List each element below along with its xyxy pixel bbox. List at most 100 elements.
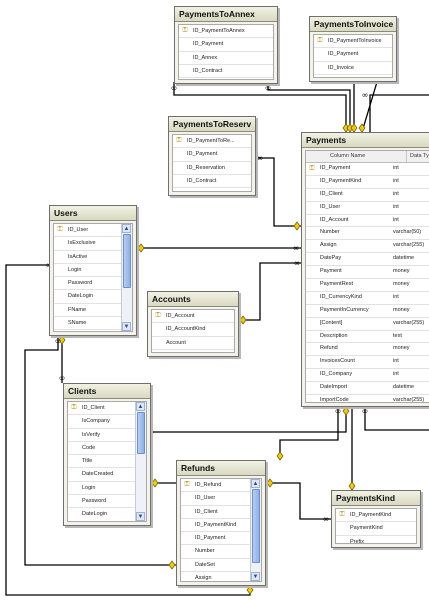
- column-row[interactable]: Quantity: [314, 75, 392, 77]
- column-row[interactable]: Password: [68, 495, 136, 509]
- column-row[interactable]: Code: [68, 442, 136, 456]
- column-row[interactable]: ID_Client int: [306, 189, 429, 202]
- column-row[interactable]: Description text: [306, 331, 429, 344]
- column-row[interactable]: Login: [54, 264, 122, 278]
- column-row[interactable]: Quantity: [173, 188, 251, 191]
- column-row[interactable]: ID_User: [181, 492, 251, 506]
- column-row[interactable]: Assign: [181, 572, 251, 581]
- column-row[interactable]: Account: [152, 337, 234, 350]
- relationship-line[interactable]: [151, 407, 347, 433]
- table-payments-to-invoice[interactable]: PaymentsToInvoice ⚿ ID_PaymentToInvoice ID…: [309, 16, 397, 82]
- relationship-line[interactable]: [364, 407, 429, 431]
- column-row[interactable]: DateSet: [181, 559, 251, 573]
- column-row[interactable]: ⚿ ID_Client: [68, 402, 136, 416]
- scroll-thumb[interactable]: [123, 234, 131, 288]
- column-row[interactable]: PaymentRest money: [306, 279, 429, 292]
- column-row[interactable]: ID_Reservation: [173, 162, 251, 175]
- column-row[interactable]: ⚿ ID_PaymentToInvoice: [314, 35, 392, 49]
- column-list: ⚿ ID_PaymentToInvoice ID_Payment ID_Invoice…: [313, 34, 393, 78]
- column-row[interactable]: DateCreated: [68, 468, 136, 482]
- table-payments-kind[interactable]: PaymentsKind ⚿ ID_PaymentKind PaymentKind P…: [331, 490, 421, 548]
- table-payments[interactable]: Payments Column Name Data Type ⚿ ID_Payme…: [301, 132, 429, 407]
- column-row[interactable]: ID_Annex: [179, 52, 273, 65]
- relationship-line[interactable]: [369, 94, 429, 132]
- column-row[interactable]: Payment money: [306, 266, 429, 280]
- column-row[interactable]: ID_Client: [181, 506, 251, 519]
- column-row[interactable]: Assign varchar(255): [306, 240, 429, 254]
- column-row[interactable]: Title: [68, 455, 136, 469]
- column-row[interactable]: ⚿ ID_PaymentToRe...: [173, 135, 251, 149]
- vertical-scrollbar[interactable]: ▲ ▼: [121, 224, 132, 331]
- scroll-thumb[interactable]: [252, 489, 260, 563]
- column-row[interactable]: ID_Invoice: [314, 62, 392, 75]
- column-row[interactable]: Login: [68, 482, 136, 496]
- column-name: IsExclusive: [68, 240, 96, 247]
- table-clients[interactable]: Clients ⚿ ID_Client IsCompany IsVerify Code T…: [63, 383, 151, 526]
- vertical-scrollbar[interactable]: ▲ ▼: [250, 479, 261, 581]
- column-row[interactable]: IsCompany: [68, 415, 136, 429]
- column-row[interactable]: ID_Payment: [314, 48, 392, 62]
- table-accounts[interactable]: Accounts ⚿ ID_Account ID_AccountKind Accoun…: [147, 291, 239, 357]
- column-row[interactable]: Refund money: [306, 343, 429, 357]
- column-row[interactable]: DateLogin: [54, 290, 122, 304]
- column-row[interactable]: ID_Company int: [306, 369, 429, 383]
- column-row[interactable]: ⚿ ID_Refund: [181, 479, 251, 493]
- table-payments-to-annex[interactable]: PaymentsToAnnex ⚿ ID_PaymentToAnnex ID_Pay…: [174, 6, 278, 84]
- vertical-scrollbar[interactable]: ▲ ▼: [135, 402, 146, 521]
- scroll-up-arrow-icon[interactable]: ▲: [251, 479, 260, 488]
- column-row[interactable]: ⚿ ID_User: [54, 224, 122, 238]
- column-row[interactable]: ID_CurrencyKind int: [306, 292, 429, 305]
- column-row[interactable]: ID_Payment: [173, 148, 251, 162]
- column-row[interactable]: ID_PaymentKind: [181, 519, 251, 533]
- column-row[interactable]: Number: [181, 545, 251, 559]
- column-row[interactable]: ID_Account int: [306, 215, 429, 228]
- column-row[interactable]: IsVerify: [68, 429, 136, 442]
- column-row[interactable]: PaymentKind: [336, 522, 416, 536]
- table-users[interactable]: Users ⚿ ID_User IsExclusive IsActive Login Pa…: [49, 205, 137, 336]
- column-row[interactable]: PaymentInCurrency money: [306, 305, 429, 318]
- column-row[interactable]: ID_Contract: [179, 65, 273, 79]
- table-refunds[interactable]: Refunds ⚿ ID_Refund ID_User ID_Client ID_Pay…: [176, 460, 266, 586]
- column-row[interactable]: IsExclusive: [54, 237, 122, 251]
- relationship-line[interactable]: [256, 157, 301, 227]
- column-row[interactable]: Quantity: [179, 78, 273, 79]
- relationship-line[interactable]: [239, 262, 301, 321]
- column-row[interactable]: ⚿ ID_PaymentKind: [336, 509, 416, 523]
- column-row[interactable]: Number varchar(50): [306, 227, 429, 241]
- column-row[interactable]: Password: [54, 277, 122, 291]
- column-row[interactable]: ID_AccountKind: [152, 323, 234, 337]
- column-row[interactable]: LName: [54, 330, 122, 331]
- column-row[interactable]: SName: [54, 317, 122, 331]
- column-row[interactable]: ID_User int: [306, 202, 429, 215]
- column-type: int: [393, 165, 399, 171]
- column-row[interactable]: DateImport datetime: [306, 382, 429, 396]
- column-row[interactable]: Bank: [152, 350, 234, 352]
- column-row[interactable]: DateLogin: [68, 508, 136, 521]
- column-row[interactable]: FName: [54, 304, 122, 318]
- column-row[interactable]: ID_Contract: [173, 175, 251, 189]
- column-row[interactable]: ⚿ ID_Payment int: [306, 163, 429, 176]
- column-row[interactable]: ID_Payment: [179, 38, 273, 52]
- table-payments-to-reserv[interactable]: PaymentsToReserv ⚿ ID_PaymentToRe... ID_Pa…: [168, 116, 256, 196]
- relationship-line[interactable]: [267, 84, 351, 132]
- column-row[interactable]: ID_Payment: [181, 532, 251, 546]
- scroll-thumb[interactable]: [137, 412, 145, 454]
- scroll-up-arrow-icon[interactable]: ▲: [136, 402, 145, 411]
- scroll-up-arrow-icon[interactable]: ▲: [122, 224, 131, 233]
- key-icon: [276, 451, 284, 461]
- column-row[interactable]: IsActive: [54, 251, 122, 264]
- column-row[interactable]: ⚿ ID_Account: [152, 310, 234, 324]
- column-row[interactable]: ImportCode varchar(255): [306, 395, 429, 402]
- column-row[interactable]: Prefix: [336, 536, 416, 543]
- column-row[interactable]: InvoicesCount int: [306, 356, 429, 370]
- scroll-down-arrow-icon[interactable]: ▼: [251, 572, 260, 581]
- relationship-line[interactable]: [279, 407, 339, 460]
- scroll-down-arrow-icon[interactable]: ▼: [122, 322, 131, 331]
- column-row[interactable]: ID_PaymentKind int: [306, 176, 429, 189]
- relationship-line[interactable]: [266, 482, 331, 520]
- scroll-down-arrow-icon[interactable]: ▼: [136, 512, 145, 521]
- column-row[interactable]: [Content] varchar(255): [306, 318, 429, 331]
- column-row[interactable]: DatePay datetime: [306, 253, 429, 267]
- column-name: ID_Payment: [193, 41, 224, 48]
- column-row[interactable]: ⚿ ID_PaymentToAnnex: [179, 25, 273, 39]
